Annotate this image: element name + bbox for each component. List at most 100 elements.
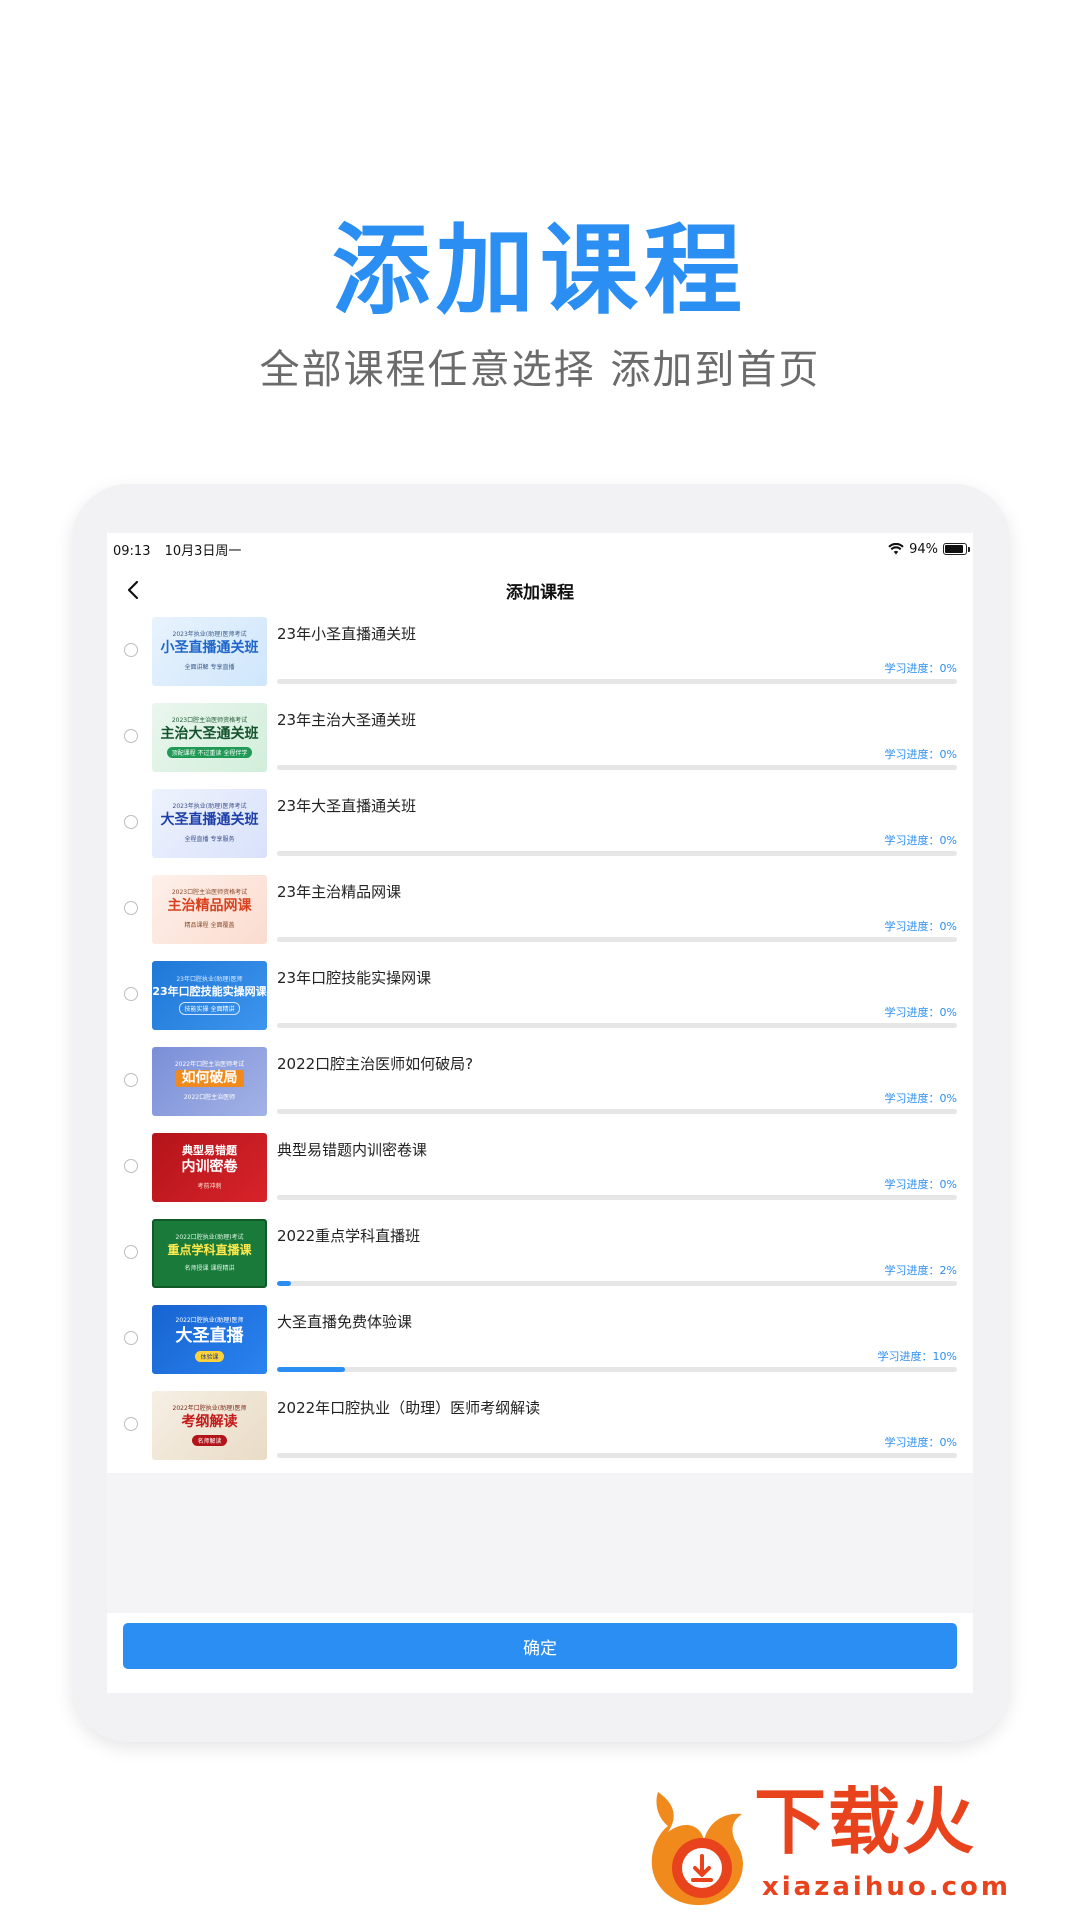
thumb-pill-text: 体验课: [195, 1350, 224, 1362]
course-item[interactable]: 2023口腔主治医师资格考试 主治精品网课 精品课程 全面覆盖 23年主治精品网…: [107, 871, 973, 957]
select-radio[interactable]: [124, 1417, 138, 1431]
flame-icon: [651, 1792, 743, 1906]
select-radio[interactable]: [124, 815, 138, 829]
course-name: 23年口腔技能实操网课: [277, 969, 432, 987]
course-thumbnail: 2022年口腔执业(助理)医师 考纲解读 名师解读: [152, 1391, 267, 1460]
course-thumbnail: 典型易错题 内训密卷 考前冲刺: [152, 1133, 267, 1202]
nav-bar: 添加课程: [107, 565, 973, 615]
course-name: 2022年口腔执业（助理）医师考纲解读: [277, 1399, 541, 1417]
course-name: 2022重点学科直播班: [277, 1227, 421, 1245]
thumb-pill-text: 技能实操 全面精讲: [178, 1002, 241, 1016]
thumb-big-text: 大圣直播: [175, 1326, 244, 1347]
hero-title: 添加课程: [331, 214, 748, 328]
thumb-pill-text: 名师授课 课程精讲: [184, 1264, 235, 1272]
thumb-top-text: 2022口腔执业(助理)考试: [175, 1234, 244, 1242]
progress-bar: [277, 1023, 957, 1028]
thumb-big-text: 大圣直播通关班: [160, 812, 259, 829]
thumb-big-text: 重点学科直播课: [167, 1243, 252, 1258]
progress-label: 学习进度：2%: [884, 1264, 957, 1277]
progress-fill: [277, 1281, 291, 1286]
status-time: 09:13: [113, 543, 151, 559]
progress-bar: [277, 1281, 957, 1286]
course-thumbnail: 2022口腔执业(助理)考试 重点学科直播课 名师授课 课程精讲: [152, 1219, 267, 1288]
thumb-top-text: 典型易错题: [182, 1144, 237, 1157]
select-radio[interactable]: [124, 1245, 138, 1259]
thumb-pill-text: 2022口腔主治医师: [183, 1093, 236, 1101]
select-radio[interactable]: [124, 729, 138, 743]
back-button[interactable]: [119, 576, 147, 604]
progress-label: 学习进度：0%: [884, 748, 957, 761]
thumb-pill-text: 全面讲解 专享直播: [184, 663, 235, 671]
thumb-top-text: 2022口腔执业(助理)医师: [175, 1317, 244, 1325]
course-name: 2022口腔主治医师如何破局?: [277, 1055, 474, 1073]
watermark-brand: 下载火: [754, 1780, 977, 1864]
course-name: 大圣直播免费体验课: [277, 1313, 413, 1331]
course-item[interactable]: 2022口腔执业(助理)医师 大圣直播 体验课 大圣直播免费体验课 学习进度：1…: [107, 1301, 973, 1387]
thumb-top-text: 2022年口腔执业(助理)医师: [172, 1405, 247, 1412]
thumb-top-text: 2023口腔主治医师资格考试: [171, 889, 248, 896]
select-radio[interactable]: [124, 1331, 138, 1345]
thumb-big-text: 主治大圣通关班: [160, 726, 259, 743]
course-list: 2023年执业(助理)医师考试 小圣直播通关班 全面讲解 专享直播 23年小圣直…: [107, 613, 973, 1473]
confirm-button[interactable]: 确定: [123, 1623, 957, 1669]
course-name: 23年主治大圣通关班: [277, 711, 417, 729]
thumb-big-text: 如何破局: [175, 1070, 244, 1087]
course-item[interactable]: 2022年口腔主治医师考试 如何破局 2022口腔主治医师 2022口腔主治医师…: [107, 1043, 973, 1129]
battery-icon: [943, 543, 970, 555]
progress-label: 学习进度：0%: [884, 662, 957, 675]
confirm-bar: 确定: [107, 1613, 973, 1693]
select-radio[interactable]: [124, 987, 138, 1001]
hero-subtitle: 全部课程任意选择 添加到首页: [259, 347, 821, 393]
course-item[interactable]: 2023年执业(助理)医师考试 大圣直播通关班 全程直播 专享服务 23年大圣直…: [107, 785, 973, 871]
thumb-big-text: 小圣直播通关班: [160, 640, 259, 657]
thumb-top-text: 2023年执业(助理)医师考试: [172, 631, 247, 638]
watermark-url: xiazaihuo.com: [762, 1872, 1011, 1902]
status-left: 09:13 10月3日周一: [113, 540, 251, 559]
progress-bar: [277, 1195, 957, 1200]
progress-label: 学习进度：10%: [877, 1350, 957, 1363]
app-screen: 09:13 10月3日周一 94% 添加课程 2023年执业(助理)医师考试 小…: [107, 533, 973, 1693]
progress-label: 学习进度：0%: [884, 1436, 957, 1449]
progress-bar: [277, 851, 957, 856]
course-item[interactable]: 2022年口腔执业(助理)医师 考纲解读 名师解读 2022年口腔执业（助理）医…: [107, 1387, 973, 1473]
nav-title: 添加课程: [506, 582, 574, 603]
select-radio[interactable]: [124, 1073, 138, 1087]
course-thumbnail: 2023年执业(助理)医师考试 小圣直播通关班 全面讲解 专享直播: [152, 617, 267, 686]
course-thumbnail: 2022年口腔主治医师考试 如何破局 2022口腔主治医师: [152, 1047, 267, 1116]
chevron-left-icon: [127, 580, 139, 600]
progress-bar: [277, 1367, 957, 1372]
thumb-pill-text: 精品课程 全面覆盖: [184, 921, 235, 929]
progress-bar: [277, 1109, 957, 1114]
thumb-pill-text: 顶配课程 不过重读 全程伴学: [166, 746, 253, 758]
thumb-pill-text: 全程直播 专享服务: [184, 835, 235, 843]
thumb-big-text: 23年口腔技能实操网课: [152, 985, 267, 998]
course-thumbnail: 2023口腔主治医师资格考试 主治大圣通关班 顶配课程 不过重读 全程伴学: [152, 703, 267, 772]
thumb-big-text: 考纲解读: [181, 1414, 238, 1431]
progress-fill: [277, 1367, 345, 1372]
course-item[interactable]: 典型易错题 内训密卷 考前冲刺 典型易错题内训密卷课 学习进度：0%: [107, 1129, 973, 1215]
course-item[interactable]: 23年口腔执业(助理)医师 23年口腔技能实操网课 技能实操 全面精讲 23年口…: [107, 957, 973, 1043]
progress-label: 学习进度：0%: [884, 920, 957, 933]
select-radio[interactable]: [124, 643, 138, 657]
course-name: 23年主治精品网课: [277, 883, 402, 901]
progress-bar: [277, 1453, 957, 1458]
thumb-top-text: 2022年口腔主治医师考试: [174, 1061, 245, 1068]
course-item[interactable]: 2023口腔主治医师资格考试 主治大圣通关班 顶配课程 不过重读 全程伴学 23…: [107, 699, 973, 785]
select-radio[interactable]: [124, 1159, 138, 1173]
course-thumbnail: 2023口腔主治医师资格考试 主治精品网课 精品课程 全面覆盖: [152, 875, 267, 944]
select-radio[interactable]: [124, 901, 138, 915]
progress-label: 学习进度：0%: [884, 834, 957, 847]
thumb-top-text: 23年口腔执业(助理)医师: [176, 975, 243, 983]
thumb-pill-text: 考前冲刺: [197, 1182, 222, 1190]
progress-bar: [277, 765, 957, 770]
course-item[interactable]: 2023年执业(助理)医师考试 小圣直播通关班 全面讲解 专享直播 23年小圣直…: [107, 613, 973, 699]
course-name: 23年大圣直播通关班: [277, 797, 417, 815]
thumb-pill-text: 名师解读: [192, 1434, 227, 1446]
course-thumbnail: 2023年执业(助理)医师考试 大圣直播通关班 全程直播 专享服务: [152, 789, 267, 858]
page: 添加课程 全部课程任意选择 添加到首页 09:13 10月3日周一 94% 添加…: [0, 0, 1080, 1920]
course-name: 典型易错题内训密卷课: [277, 1141, 428, 1159]
course-item[interactable]: 2022口腔执业(助理)考试 重点学科直播课 名师授课 课程精讲 2022重点学…: [107, 1215, 973, 1301]
status-right: 94%: [888, 541, 970, 557]
battery-percent: 94%: [909, 541, 938, 557]
thumb-big-text: 内训密卷: [181, 1159, 238, 1176]
